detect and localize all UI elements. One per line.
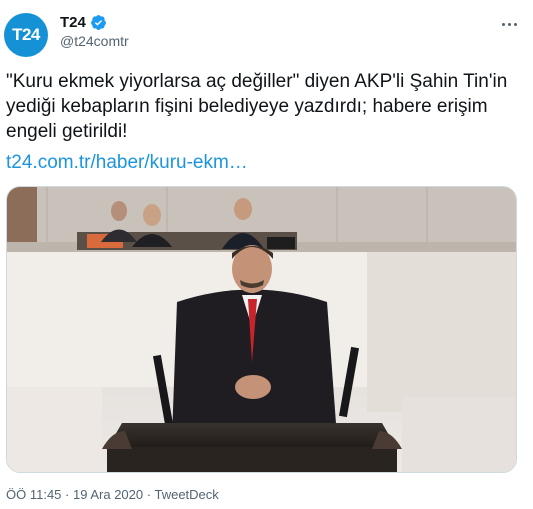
parliament-speaker-photo [7,187,516,472]
display-name[interactable]: T24 [60,14,86,31]
verified-badge-icon [90,15,106,30]
tweet-text: "Kuru ekmek yiyorlarsa aç değiller" diye… [6,71,513,142]
more-options-icon[interactable] [495,14,523,34]
meta-separator: · [65,487,70,502]
tweet-media-photo[interactable] [6,186,517,473]
tweet-timestamp[interactable]: ÖÖ 11:45 · 19 Ara 2020 · TweetDeck [6,487,219,502]
author-name-row[interactable]: T24 [60,14,107,31]
meta-separator: · [146,487,152,502]
tweet-source[interactable]: TweetDeck [154,487,218,502]
avatar[interactable]: T24 [4,13,48,57]
handle[interactable]: @t24comtr [60,33,129,49]
tweet-link[interactable]: t24.com.tr/haber/kuru-ekm… [6,152,248,174]
tweet-time[interactable]: ÖÖ 11:45 [6,487,61,502]
tweet-date[interactable]: 19 Ara 2020 [73,487,143,502]
